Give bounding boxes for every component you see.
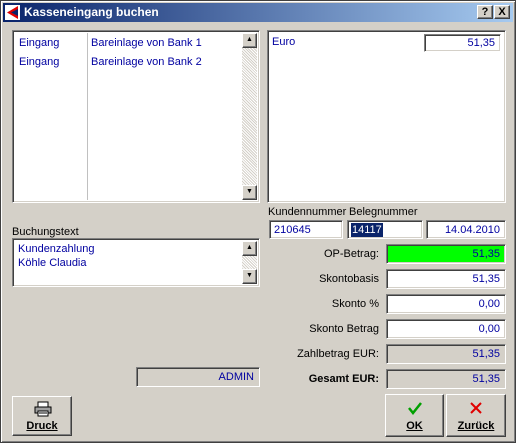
currency-list[interactable]: Euro 51,35 xyxy=(267,30,506,203)
help-button[interactable]: ? xyxy=(477,5,493,19)
x-cross-icon xyxy=(470,402,482,414)
arrow-down-icon[interactable]: ▼ xyxy=(242,269,257,284)
booking-text-cell: Bareinlage von Bank 1 xyxy=(91,37,202,49)
skontobasis-value: 51,35 xyxy=(472,273,500,285)
booking-type-cell: Eingang xyxy=(19,56,60,68)
buchungstext-line: Köhle Claudia xyxy=(18,257,87,269)
op-betrag-value: 51,35 xyxy=(472,248,500,260)
op-betrag-field: 51,35 xyxy=(386,244,506,264)
zahlbetrag-value: 51,35 xyxy=(472,348,500,360)
datum-value: 14.04.2010 xyxy=(444,224,500,236)
buchungstext-field[interactable]: Kundenzahlung Köhle Claudia ▲ ▼ xyxy=(12,238,260,287)
arrow-up-icon[interactable]: ▲ xyxy=(242,33,257,48)
booking-type-cell: Eingang xyxy=(19,37,60,49)
booking-text-cell: Kundenzahlung xyxy=(91,75,168,87)
booking-text-cell: Bareinlage von Bank 2 xyxy=(91,56,202,68)
op-betrag-label: OP-Betrag: xyxy=(323,248,379,260)
skontobasis-label: Skontobasis xyxy=(319,273,379,285)
dialog-window: Kasseneingang buchen ? X Eingang Bareinl… xyxy=(0,0,516,443)
buchungstext-label: Buchungstext xyxy=(12,226,79,238)
checkmark-icon xyxy=(408,402,422,415)
arrow-up-icon[interactable]: ▲ xyxy=(242,241,257,256)
currency-amount-field[interactable]: 51,35 xyxy=(424,34,501,52)
kundennummer-label: Kundennummer xyxy=(268,206,347,218)
kundennummer-value: 210645 xyxy=(274,224,311,236)
arrow-down-icon[interactable]: ▼ xyxy=(242,185,257,200)
vertical-scrollbar[interactable]: ▲ ▼ xyxy=(242,241,257,284)
window-title: Kasseneingang buchen xyxy=(24,5,159,19)
vertical-scrollbar[interactable]: ▲ ▼ xyxy=(242,33,257,200)
gesamt-value: 51,35 xyxy=(472,373,500,385)
zahlbetrag-field: 51,35 xyxy=(386,344,506,364)
datum-input[interactable]: 14.04.2010 xyxy=(426,220,506,239)
belegnummer-value: 14117 xyxy=(351,223,383,237)
ok-button[interactable]: OK xyxy=(385,394,444,437)
skontobasis-input[interactable]: 51,35 xyxy=(386,269,506,289)
close-button[interactable]: X xyxy=(494,5,510,19)
currency-amount: 51,35 xyxy=(467,37,495,49)
gesamt-label: Gesamt EUR: xyxy=(308,373,379,385)
belegnummer-input[interactable]: 14117 xyxy=(347,220,423,239)
booking-type-list[interactable]: Eingang Bareinlage von Bank 1 Eingang Ba… xyxy=(12,30,260,203)
zahlbetrag-label: Zahlbetrag EUR: xyxy=(297,348,379,360)
gesamt-field: 51,35 xyxy=(386,369,506,389)
user-name: ADMIN xyxy=(218,371,254,383)
skonto-percent-label: Skonto % xyxy=(331,298,379,310)
skonto-percent-input[interactable]: 0,00 xyxy=(386,294,506,314)
belegnummer-label: Belegnummer xyxy=(349,206,418,218)
skonto-betrag-label: Skonto Betrag xyxy=(309,323,379,335)
app-icon xyxy=(5,5,20,20)
printer-icon xyxy=(34,401,52,417)
ok-label: OK xyxy=(406,420,423,432)
user-field: ADMIN xyxy=(136,367,260,387)
druck-button[interactable]: Druck xyxy=(12,396,72,436)
title-bar[interactable]: Kasseneingang buchen ? X xyxy=(3,3,513,22)
skonto-percent-value: 0,00 xyxy=(478,298,500,310)
booking-type-cell: Eingang xyxy=(19,75,60,87)
zurueck-button[interactable]: Zurück xyxy=(446,394,506,437)
skonto-betrag-input[interactable]: 0,00 xyxy=(386,319,506,339)
zurueck-label: Zurück xyxy=(457,420,495,432)
skonto-betrag-value: 0,00 xyxy=(478,323,500,335)
buchungstext-line: Kundenzahlung xyxy=(18,243,95,255)
currency-name: Euro xyxy=(272,36,296,48)
druck-label: Druck xyxy=(26,420,58,432)
kundennummer-input[interactable]: 210645 xyxy=(269,220,343,239)
